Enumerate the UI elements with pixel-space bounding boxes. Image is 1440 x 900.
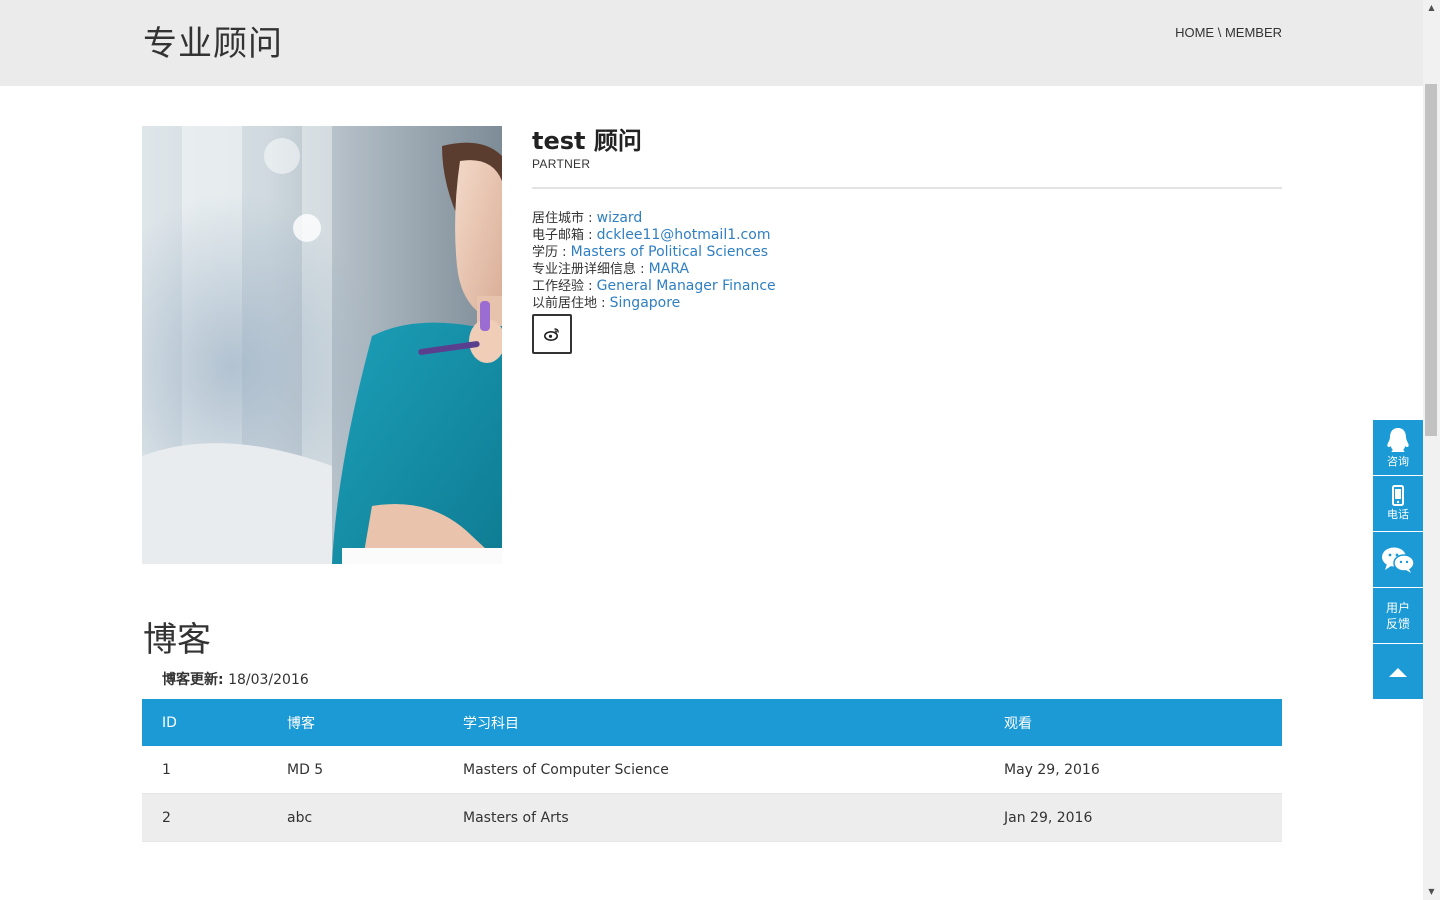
floating-service-bar: 咨询 电话 用户 反馈 <box>1373 420 1423 700</box>
breadcrumb-current[interactable]: MEMBER <box>1225 25 1282 40</box>
cell-blog: MD 5 <box>267 746 443 794</box>
member-role: PARTNER <box>532 157 591 171</box>
arrow-up-icon <box>1389 667 1407 677</box>
blog-table: ID 博客 学习科目 观看 1 MD 5 Masters of Computer… <box>142 699 1282 842</box>
profile-details: 居住城市 : wizard 电子邮箱 : dcklee11@hotmail1.c… <box>532 210 1282 312</box>
profile-info: test 顾问 PARTNER 居住城市 : wizard 电子邮箱 : dck… <box>532 126 1282 354</box>
detail-registration: 专业注册详细信息 : MARA <box>532 261 1282 278</box>
blog-updated-label: 博客更新: <box>162 672 224 688</box>
detail-label: 学历 : <box>532 245 571 260</box>
blog-updated-date: 18/03/2016 <box>228 672 309 688</box>
weibo-button[interactable] <box>532 314 572 354</box>
cell-id: 2 <box>142 793 267 842</box>
detail-label: 专业注册详细信息 : <box>532 262 649 277</box>
blog-section-title: 博客 <box>143 620 211 660</box>
scroll-up-arrow-icon[interactable]: ▲ <box>1423 0 1440 15</box>
scroll-thumb[interactable] <box>1425 84 1437 436</box>
scroll-down-arrow-icon[interactable]: ▼ <box>1423 884 1440 899</box>
detail-experience-link[interactable]: General Manager Finance <box>597 278 776 294</box>
detail-previous-residence-link[interactable]: Singapore <box>610 295 681 311</box>
detail-city: 居住城市 : wizard <box>532 210 1282 227</box>
wechat-button[interactable] <box>1373 532 1423 587</box>
feedback-label: 用户 反馈 <box>1385 600 1410 631</box>
detail-experience: 工作经验 : General Manager Finance <box>532 278 1282 295</box>
wechat-icon <box>1382 547 1415 573</box>
detail-education-link[interactable]: Masters of Political Sciences <box>571 244 768 260</box>
detail-education: 学历 : Masters of Political Sciences <box>532 244 1282 261</box>
cell-subject: Masters of Computer Science <box>443 746 984 794</box>
detail-city-link[interactable]: wizard <box>597 210 643 226</box>
qq-icon <box>1387 428 1409 452</box>
consult-label: 咨询 <box>1387 455 1409 468</box>
feedback-button[interactable]: 用户 反馈 <box>1373 588 1423 643</box>
detail-email-link[interactable]: dcklee11@hotmail1.com <box>597 227 771 243</box>
breadcrumb-separator: \ <box>1214 25 1225 40</box>
detail-email: 电子邮箱 : dcklee11@hotmail1.com <box>532 227 1282 244</box>
weibo-icon <box>544 328 559 341</box>
cell-blog: abc <box>267 793 443 842</box>
detail-label: 电子邮箱 : <box>532 228 597 243</box>
cell-date: Jan 29, 2016 <box>984 793 1282 842</box>
detail-label: 居住城市 : <box>532 211 597 226</box>
breadcrumb-home-link[interactable]: HOME <box>1175 25 1214 40</box>
breadcrumb: HOME \ MEMBER <box>1175 25 1282 40</box>
detail-label: 工作经验 : <box>532 279 597 294</box>
column-header-views: 观看 <box>984 699 1282 746</box>
table-header-row: ID 博客 学习科目 观看 <box>142 699 1282 746</box>
column-header-blog: 博客 <box>267 699 443 746</box>
cell-id: 1 <box>142 746 267 794</box>
phone-label: 电话 <box>1387 508 1409 521</box>
cell-subject: Masters of Arts <box>443 793 984 842</box>
blog-updated: 博客更新: 18/03/2016 <box>162 669 309 689</box>
consult-button[interactable]: 咨询 <box>1373 420 1423 475</box>
column-header-subject: 学习科目 <box>443 699 984 746</box>
page-scrollbar[interactable]: ▲ ▼ <box>1423 0 1440 900</box>
back-to-top-button[interactable] <box>1373 644 1423 699</box>
top-banner: 专业顾问 HOME \ MEMBER <box>0 0 1423 86</box>
member-name: test 顾问 <box>532 127 642 155</box>
table-row[interactable]: 1 MD 5 Masters of Computer Science May 2… <box>142 746 1282 794</box>
detail-previous-residence: 以前居住地 : Singapore <box>532 295 1282 312</box>
cell-date: May 29, 2016 <box>984 746 1282 794</box>
detail-label: 以前居住地 : <box>532 296 610 311</box>
detail-registration-link[interactable]: MARA <box>649 261 689 277</box>
table-row[interactable]: 2 abc Masters of Arts Jan 29, 2016 <box>142 793 1282 842</box>
divider <box>532 187 1282 189</box>
phone-button[interactable]: 电话 <box>1373 476 1423 531</box>
page-title: 专业顾问 <box>143 24 283 64</box>
phone-icon <box>1392 485 1404 506</box>
column-header-id: ID <box>142 699 267 746</box>
profile-photo <box>142 126 502 564</box>
